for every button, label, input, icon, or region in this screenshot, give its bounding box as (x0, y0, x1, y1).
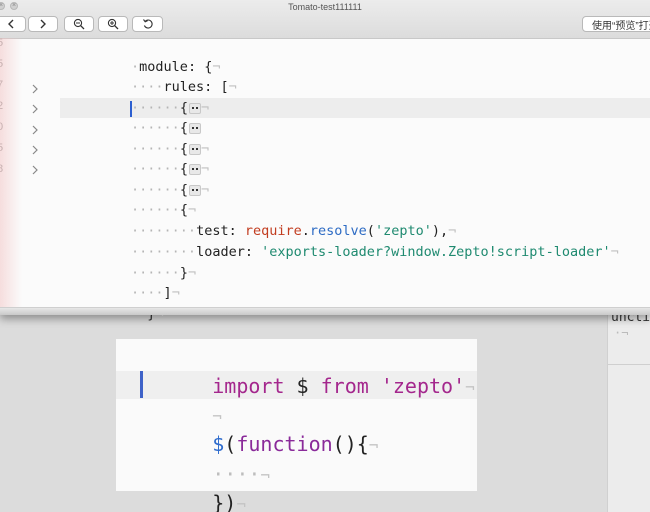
code-line[interactable]: ····rules: [¬ (66, 57, 237, 95)
end-of-line-marker: ¬ (200, 100, 210, 116)
string-literal: 'zepto' (380, 374, 466, 398)
end-of-line-marker: ¬ (171, 285, 180, 301)
end-of-line-marker: ¬ (187, 265, 197, 281)
zoom-in-button[interactable] (98, 16, 128, 32)
end-of-line-marker: ¬ (368, 436, 379, 455)
code-line[interactable]: ·module: {¬ (66, 37, 220, 75)
code-line[interactable]: ····]¬ (66, 263, 180, 301)
keyword-from: from (320, 374, 369, 398)
chevron-right-icon (40, 19, 46, 29)
code-line-folded[interactable]: ······{¬ (66, 160, 209, 198)
code-brackets: (){ (332, 432, 369, 456)
rotate-left-icon (142, 19, 153, 29)
code-line[interactable]: ········test: require.resolve('zepto'),¬ (66, 201, 456, 239)
code-line[interactable]: ······{¬ (66, 180, 196, 218)
background-whitespace-marker: ·¬ (614, 326, 629, 340)
background-editor-panel: unctio ·¬ (607, 310, 650, 512)
back-button[interactable] (0, 16, 26, 32)
bottom-code-editor[interactable]: import $ from 'zepto'¬ ¬ $(function(){¬ … (116, 339, 477, 512)
code-line[interactable]: ··}¬ (66, 284, 164, 322)
forward-button[interactable] (28, 16, 58, 32)
chevron-right-icon[interactable] (30, 83, 40, 95)
zoom-in-icon (107, 18, 119, 30)
end-of-line-marker: ¬ (260, 466, 271, 485)
code-line-folded[interactable]: ······{¬ (66, 119, 209, 157)
zoom-out-icon (73, 18, 85, 30)
end-of-line-marker: ¬ (610, 244, 619, 260)
zoom-out-button[interactable] (64, 16, 94, 32)
code-line[interactable]: ········loader: 'exports-loader?window.Z… (66, 222, 619, 260)
code-line-folded[interactable]: ······{¬ (66, 139, 209, 177)
end-of-line-marker: ¬ (236, 495, 246, 512)
property-name: loader: (196, 244, 262, 260)
chevron-right-icon[interactable] (30, 164, 40, 176)
code-line-2[interactable]: ¬ (140, 370, 222, 426)
chevron-right-icon[interactable] (30, 124, 40, 136)
screen: unctio ·¬ import $ from 'zepto'¬ ¬ $(fun… (0, 0, 650, 512)
end-of-line-marker: ¬ (465, 378, 475, 397)
chevron-right-icon[interactable] (30, 103, 40, 115)
keyword-import: import (212, 374, 285, 398)
code-line-folded[interactable]: ······{ (66, 98, 201, 136)
code-line-5[interactable]: })¬ (140, 458, 246, 512)
window-title: Tomato-test111111 (288, 2, 362, 12)
top-code-editor[interactable]: 5 5 7 2 0 5 8 ·module: {¬ ····rules: [¬ … (0, 37, 650, 322)
code-identifier: $ (284, 374, 321, 398)
end-of-line-marker: ¬ (228, 79, 237, 95)
chevron-left-icon (8, 19, 14, 29)
window-titlebar[interactable]: × × Tomato-test111111 使用“预览”打开 (0, 0, 650, 39)
string-literal: 'exports-loader?window.Zepto!script-load… (261, 244, 611, 260)
code-line-1[interactable]: import $ from 'zepto'¬ (140, 341, 475, 398)
window-edge-tint (0, 38, 22, 308)
code-line-folded[interactable]: ······{¬ (66, 78, 209, 116)
preview-window: × × Tomato-test111111 使用“预览”打开 (0, 0, 650, 322)
chevron-right-icon[interactable] (30, 144, 40, 156)
background-panel-divider (608, 364, 650, 365)
open-with-preview-button[interactable]: 使用“预览”打开 (582, 16, 650, 32)
code-line-3[interactable]: $(function(){¬ (140, 399, 378, 456)
code-closing: }) (212, 491, 237, 512)
window-bottom-edge (0, 307, 650, 315)
code-text: } (179, 265, 188, 281)
rotate-button[interactable] (132, 16, 163, 32)
code-line-4[interactable]: ····¬ (140, 429, 270, 486)
code-line[interactable]: ······}¬ (66, 243, 196, 281)
code-text: ] (163, 285, 172, 301)
end-of-line-marker: ¬ (200, 182, 210, 198)
